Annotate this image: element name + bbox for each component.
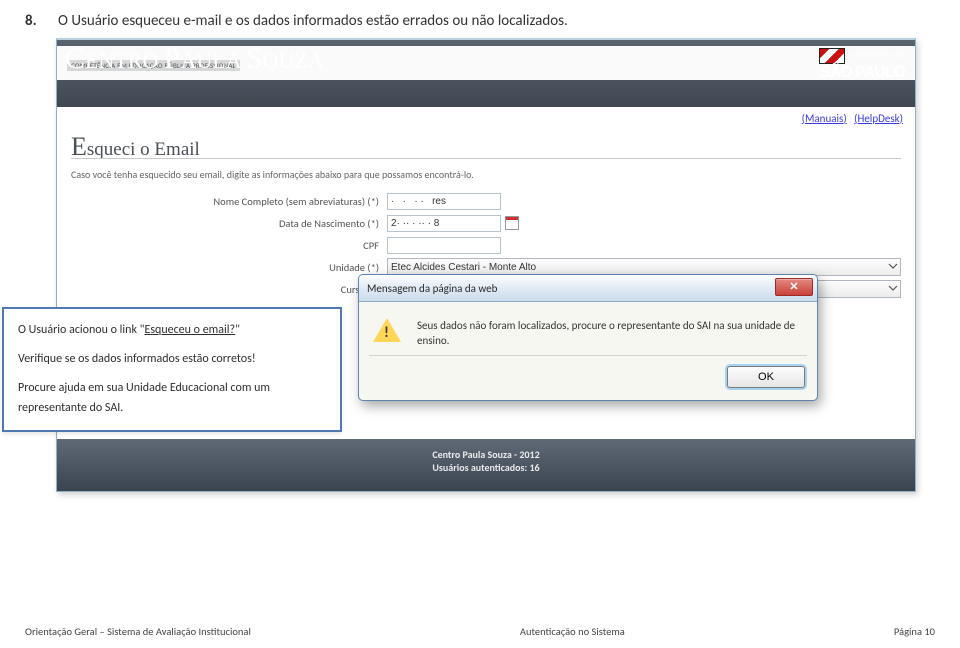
- callout-text: O Usuário acionou o link ": [18, 323, 144, 337]
- site-logo-text: CENTRO PAULA SOUZA: [65, 42, 324, 76]
- dialog-ok-button[interactable]: OK: [727, 366, 805, 388]
- alert-dialog: Mensagem da página da web ✕ Seus dados n…: [358, 274, 818, 401]
- data-label: Data de Nascimento (*): [71, 217, 387, 230]
- flag-icon: [819, 48, 845, 64]
- dialog-close-button[interactable]: ✕: [775, 278, 813, 296]
- page-footer: Orientação Geral – Sistema de Avaliação …: [25, 625, 935, 638]
- dialog-title: Mensagem da página da web: [367, 282, 497, 295]
- row-nome: Nome Completo (sem abreviaturas) (*): [71, 190, 901, 212]
- callout-line2: Verifique se os dados informados estão c…: [18, 350, 326, 369]
- logo-letter: C: [65, 42, 85, 75]
- logo-part: AULA: [181, 48, 241, 73]
- footer-line1: Centro Paula Souza - 2012: [57, 448, 915, 461]
- page-heading: O Usuário esqueceu e-mail e os dados inf…: [58, 12, 568, 30]
- heading-big-letter: E: [71, 132, 87, 161]
- gov-top-text: GOVERNO DO ESTADO: [850, 51, 905, 59]
- callout-line3: Procure ajuda em sua Unidade Educacional…: [18, 379, 326, 417]
- footer-line2: Usuários autenticados: 16: [57, 461, 915, 474]
- section-intro: Caso você tenha esquecido seu email, dig…: [71, 168, 474, 181]
- logo-part: ENTRO: [85, 48, 158, 73]
- nome-label: Nome Completo (sem abreviaturas) (*): [71, 195, 387, 208]
- calendar-icon[interactable]: [505, 216, 519, 230]
- dialog-titlebar: Mensagem da página da web ✕: [359, 275, 817, 302]
- warning-icon: [373, 318, 403, 346]
- logo-letter: S: [246, 42, 263, 75]
- heading-rest: squeci o Email: [87, 139, 200, 160]
- dialog-divider: [369, 355, 807, 356]
- row-cpf: CPF: [71, 234, 901, 256]
- footer-left: Orientação Geral – Sistema de Avaliação …: [25, 625, 251, 638]
- callout-line1: O Usuário acionou o link "Esqueceu o ema…: [18, 321, 326, 340]
- dialog-body: Seus dados não foram localizados, procur…: [359, 302, 817, 355]
- gov-logo: GOVERNO DO ESTADO SÃO PAULO: [819, 48, 905, 82]
- dialog-message: Seus dados não foram localizados, procur…: [417, 318, 803, 349]
- logo-part: OUZA: [263, 48, 324, 73]
- dialog-buttons: OK: [359, 360, 817, 400]
- callout-link-text: Esqueceu o email?: [144, 323, 235, 337]
- helpdesk-link[interactable]: (HelpDesk): [854, 112, 903, 125]
- callout-text: ": [235, 323, 240, 337]
- nome-input[interactable]: [387, 193, 501, 210]
- manuais-link[interactable]: (Manuais): [802, 112, 847, 125]
- cpf-label: CPF: [71, 239, 387, 252]
- logo-letter: P: [164, 42, 181, 75]
- data-input[interactable]: [387, 215, 501, 232]
- row-data: Data de Nascimento (*): [71, 212, 901, 234]
- curso-label: Curso (*): [71, 283, 387, 296]
- annotation-callout: O Usuário acionou o link "Esqueceu o ema…: [2, 307, 342, 432]
- unidade-label: Unidade (*): [71, 261, 387, 274]
- top-links: (Manuais) (HelpDesk): [802, 112, 903, 125]
- gov-sp-text: SÃO PAULO: [820, 64, 905, 81]
- page-item-number: 8.: [25, 12, 37, 30]
- footer-right: Página 10: [894, 625, 935, 638]
- footer-center: Autenticação no Sistema: [520, 625, 625, 638]
- app-footer: Centro Paula Souza - 2012 Usuários auten…: [57, 439, 915, 491]
- divider: [71, 158, 901, 159]
- cpf-input[interactable]: [387, 237, 501, 254]
- site-banner: COMPETÊNCIA EM EDUCAÇÃO PÚBLICA PROFISSI…: [57, 40, 915, 107]
